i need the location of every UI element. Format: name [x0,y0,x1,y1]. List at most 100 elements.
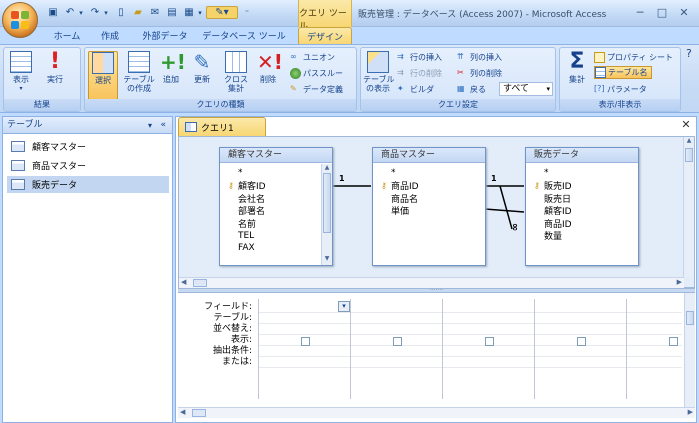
mail-icon[interactable]: ✉ [148,6,162,19]
field-row[interactable]: * [381,167,485,180]
data-definition-button[interactable]: ✎ データ定義 [290,83,343,96]
field-row[interactable]: 名前 [228,217,332,230]
table-design-pane[interactable]: 1 1 ∞ 顧客マスター * ⚷ 顧客ID 会社名 部署名 名前 TEL FAX … [178,136,695,288]
select-query-button[interactable]: 選択 [88,51,118,101]
office-button[interactable] [2,2,38,38]
insert-columns-button[interactable]: ⇈ 列の挿入 [457,51,502,64]
close-button[interactable]: ✕ [674,4,694,20]
show-checkbox[interactable] [577,337,586,346]
scroll-thumb[interactable] [192,409,206,417]
scroll-left-icon[interactable]: ◀ [181,278,186,286]
table-scrollbar[interactable]: ▲ ▼ [321,164,332,265]
field-row[interactable]: 商品ID [534,217,638,230]
show-checkbox[interactable] [485,337,494,346]
layout-icon[interactable]: ▦ [182,6,196,19]
tab-home[interactable]: ホーム [45,27,89,44]
grid-column-3[interactable] [442,299,534,399]
scroll-up-icon[interactable]: ▲ [684,137,694,144]
table-names-button[interactable]: テーブル名 [594,66,652,79]
field-row[interactable]: 顧客ID [534,205,638,217]
field-row[interactable]: 部署名 [228,205,332,217]
document-close-icon[interactable]: ✕ [680,119,692,131]
shutter-bar-close-icon[interactable]: « [160,117,166,134]
parameters-button[interactable]: [?] パラメータ [594,83,647,96]
tab-external-data[interactable]: 外部データ [134,27,196,44]
open-icon[interactable]: ▰ [131,6,145,19]
navigation-pane-header[interactable]: テーブル ▾ « [3,117,172,134]
return-label-button[interactable]: ▦ 戻る [457,83,486,96]
nav-item-product-master[interactable]: 商品マスター [11,157,86,174]
field-row[interactable]: 販売日 [534,192,638,205]
show-checkbox[interactable] [669,337,678,346]
redo-icon[interactable]: ↷ [88,6,102,19]
undo-dropdown-icon[interactable]: ▾ [77,6,85,19]
totals-button[interactable]: Σ 集計 [564,51,590,85]
scroll-thumb[interactable] [685,148,693,162]
show-checkbox[interactable] [301,337,310,346]
make-table-button[interactable]: テーブル の作成 [123,51,155,93]
field-row[interactable]: 会社名 [228,192,332,205]
passthrough-button[interactable]: パススルー [290,67,343,80]
field-row[interactable]: ⚷ 販売ID [534,180,638,192]
grid-vertical-scrollbar[interactable] [684,293,695,411]
crosstab-button[interactable]: クロス 集計 [222,51,250,93]
restore-button[interactable]: □ [652,4,672,20]
append-button[interactable]: +! 追加 [158,51,186,84]
field-row[interactable]: TEL [228,230,332,243]
delete-rows-button[interactable]: ⇉ 行の削除 [397,67,442,80]
help-icon[interactable]: ? [686,47,692,60]
nav-item-customer-master[interactable]: 顧客マスター [11,138,86,155]
show-checkbox[interactable] [393,337,402,346]
undo-icon[interactable]: ↶ [63,6,77,19]
design-view-icon[interactable]: ✎▾ [206,6,238,19]
table-product-master[interactable]: 商品マスター * ⚷ 商品ID 商品名 単価 [372,147,486,266]
field-dropdown-icon[interactable]: ▾ [338,301,350,312]
update-button[interactable]: ✎ 更新 [189,51,215,84]
builder-button[interactable]: ✦ ビルダ [397,83,434,96]
field-row[interactable]: * [534,167,638,180]
scroll-down-icon[interactable]: ▼ [322,255,332,262]
field-row[interactable]: 単価 [381,205,485,217]
grid-column-2[interactable] [350,299,442,399]
scroll-right-icon[interactable]: ▶ [688,408,693,416]
table-sales-data[interactable]: 販売データ * ⚷ 販売ID 販売日 顧客ID 商品ID 数量 [525,147,639,266]
tab-create[interactable]: 作成 [92,27,128,44]
save-icon[interactable]: ▣ [46,6,60,19]
redo-dropdown-icon[interactable]: ▾ [102,6,110,19]
scroll-thumb[interactable] [686,311,694,325]
scroll-thumb[interactable] [193,279,207,287]
show-table-button[interactable]: テーブル の表示 [363,51,395,93]
new-icon[interactable]: ▯ [114,6,128,19]
tab-database-tools[interactable]: データベース ツール [199,27,289,44]
tab-design[interactable]: デザイン [298,27,352,44]
grid-column-4[interactable] [534,299,626,399]
run-button[interactable]: ! 実行 [42,51,68,85]
field-row[interactable]: ⚷ 商品ID [381,180,485,192]
layout-dropdown-icon[interactable]: ▾ [196,6,204,19]
table-customer-master[interactable]: 顧客マスター * ⚷ 顧客ID 会社名 部署名 名前 TEL FAX ▲ ▼ [219,147,333,266]
customize-qat-icon[interactable]: ⁼ [242,6,252,19]
return-combo[interactable]: すべて ▾ [499,82,553,96]
nav-item-sales-data[interactable]: 販売データ [7,176,169,193]
scroll-left-icon[interactable]: ◀ [180,408,185,416]
insert-rows-button[interactable]: ⇉ 行の挿入 [397,51,442,64]
scroll-up-icon[interactable]: ▲ [322,164,332,171]
design-grid-pane[interactable]: フィールド: テーブル: 並べ替え: 表示: 抽出条件: または: ▾ ◀ ▶ [178,293,695,422]
view-button[interactable]: 表示 ▾ [8,51,34,93]
document-tab-query1[interactable]: クエリ1 [178,117,266,136]
minimize-button[interactable]: ─ [630,4,650,20]
nav-dropdown-icon[interactable]: ▾ [148,117,152,134]
field-row[interactable]: ⚷ 顧客ID [228,180,332,192]
scroll-right-icon[interactable]: ▶ [677,278,682,286]
field-row[interactable]: 商品名 [381,192,485,205]
grid-column-1[interactable]: ▾ [258,299,350,399]
grid-column-5[interactable] [626,299,682,399]
delete-button[interactable]: ✕! 削除 [255,51,283,84]
scroll-thumb[interactable] [323,173,331,233]
design-vertical-scrollbar[interactable]: ▲ [683,137,694,277]
grid-horizontal-scrollbar[interactable]: ◀ ▶ [178,407,695,418]
field-row[interactable]: * [228,167,332,180]
property-sheet-button[interactable]: プロパティ シート [594,51,673,64]
field-row[interactable]: FAX [228,242,332,255]
field-row[interactable]: 数量 [534,230,638,242]
